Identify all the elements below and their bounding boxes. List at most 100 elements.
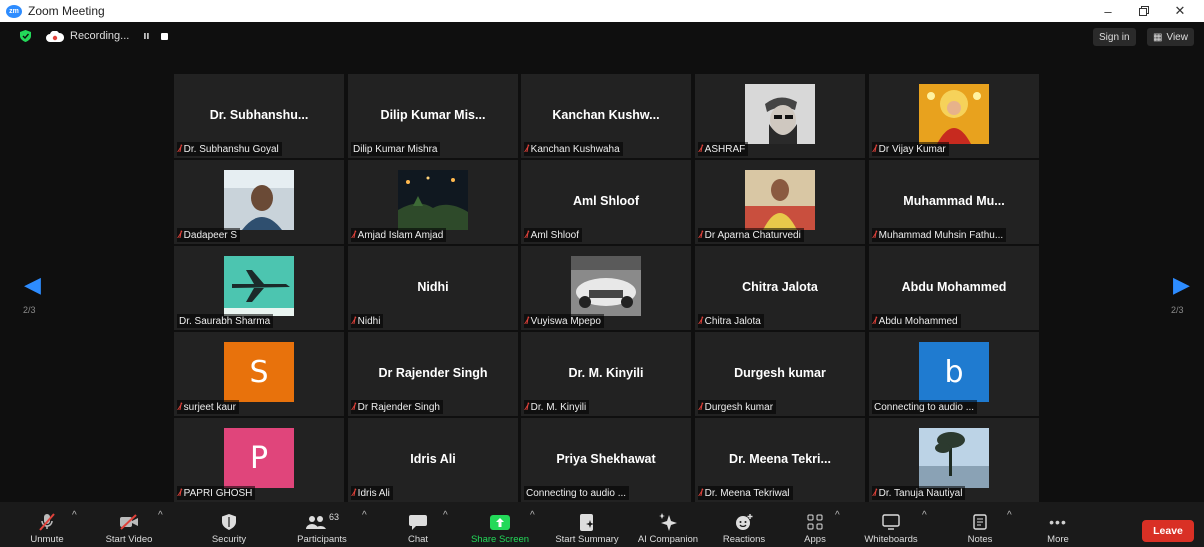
- chat-button[interactable]: Chat: [398, 502, 438, 547]
- minimize-icon[interactable]: –: [1090, 0, 1126, 22]
- unmute-button[interactable]: Unmute: [22, 502, 72, 547]
- participant-tile[interactable]: ⁄̸ Vuyiswa Mpepo: [521, 246, 691, 330]
- participant-name-label: ⁄̸ Muhammad Muhsin Fathu...: [872, 228, 1007, 242]
- apps-caret-icon[interactable]: ^: [835, 510, 840, 521]
- participant-tile[interactable]: S ⁄̸ surjeet kaur: [174, 332, 344, 416]
- apps-button[interactable]: Apps: [798, 502, 832, 547]
- participant-name: Chitra Jalota: [704, 316, 761, 327]
- participant-photo: [224, 256, 294, 316]
- participant-tile[interactable]: Chitra Jalota ⁄̸ Chitra Jalota: [695, 246, 865, 330]
- start-video-button[interactable]: Start Video: [100, 502, 158, 547]
- share-caret-icon[interactable]: ^: [530, 510, 535, 521]
- participant-tile[interactable]: ⁄̸ Dadapeer S: [174, 160, 344, 244]
- leave-button[interactable]: Leave: [1142, 520, 1194, 542]
- participant-tile[interactable]: Durgesh kumar ⁄̸ Durgesh kumar: [695, 332, 865, 416]
- avatar: b: [919, 342, 989, 402]
- participant-tile[interactable]: Abdu Mohammed ⁄̸ Abdu Mohammed: [869, 246, 1039, 330]
- participant-tile[interactable]: ⁄̸ Dr. Tanuja Nautiyal: [869, 418, 1039, 502]
- participant-tile[interactable]: ⁄̸ Dr Aparna Chaturvedi: [695, 160, 865, 244]
- participant-tile[interactable]: Dr. M. Kinyili ⁄̸ Dr. M. Kinyili: [521, 332, 691, 416]
- notes-caret-icon[interactable]: ^: [1007, 510, 1012, 521]
- participant-tile[interactable]: Dilip Kumar Mis... Dilip Kumar Mishra: [348, 74, 518, 158]
- view-button[interactable]: ▦ View: [1147, 28, 1194, 46]
- muted-mic-icon: ⁄̸: [179, 488, 181, 499]
- participant-name: Dr. Meena Tekriwal: [704, 488, 790, 499]
- apps-label: Apps: [804, 534, 826, 545]
- muted-mic-icon: ⁄̸: [874, 230, 876, 241]
- participant-tile[interactable]: Idris Ali ⁄̸ Idris Ali: [348, 418, 518, 502]
- zoom-logo-icon: zm: [6, 4, 22, 18]
- participant-tile[interactable]: Aml Shloof ⁄̸ Aml Shloof: [521, 160, 691, 244]
- participants-icon: 63: [305, 510, 339, 534]
- notes-label: Notes: [967, 534, 993, 545]
- previous-page-arrow-icon[interactable]: ◀: [24, 272, 41, 298]
- muted-mic-icon: ⁄̸: [179, 144, 181, 155]
- participant-name: Kanchan Kushwaha: [530, 144, 620, 155]
- notes-button[interactable]: Notes: [960, 502, 1000, 547]
- participant-tile[interactable]: b Connecting to audio ...: [869, 332, 1039, 416]
- stop-recording-icon[interactable]: [161, 32, 169, 40]
- restore-icon[interactable]: [1126, 0, 1162, 22]
- participant-name: Dr Vijay Kumar: [878, 144, 946, 155]
- more-button[interactable]: ••• More: [1040, 502, 1076, 547]
- participant-name-label: ⁄̸ Chitra Jalota: [698, 314, 764, 328]
- video-options-caret-icon[interactable]: ^: [158, 510, 163, 521]
- muted-mic-icon: ⁄̸: [700, 230, 702, 241]
- participant-name-label: ⁄̸ Dr. Tanuja Nautiyal: [872, 486, 966, 500]
- security-button[interactable]: Security: [205, 502, 253, 547]
- participant-name-label: ⁄̸ Dr. Meena Tekriwal: [698, 486, 793, 500]
- participant-tile[interactable]: ⁄̸ Dr Vijay Kumar: [869, 74, 1039, 158]
- participant-tile[interactable]: Priya Shekhawat Connecting to audio ...: [521, 418, 691, 502]
- notes-icon: [973, 510, 987, 534]
- participant-name: Idris Ali: [357, 488, 390, 499]
- participant-name-label: ⁄̸ ASHRAF: [698, 142, 749, 156]
- participants-caret-icon[interactable]: ^: [362, 510, 367, 521]
- participant-name: Connecting to audio ...: [874, 402, 975, 413]
- share-screen-button[interactable]: Share Screen: [466, 502, 534, 547]
- participant-tile[interactable]: ⁄̸ ASHRAF: [695, 74, 865, 158]
- participant-tile[interactable]: Nidhi ⁄̸ Nidhi: [348, 246, 518, 330]
- participant-tile[interactable]: Dr. Subhanshu... ⁄̸ Dr. Subhanshu Goyal: [174, 74, 344, 158]
- reactions-button[interactable]: Reactions: [718, 502, 770, 547]
- participant-name: Durgesh kumar: [704, 402, 774, 413]
- encryption-shield-icon[interactable]: [20, 30, 31, 42]
- participant-name: Amjad Islam Amjad: [357, 230, 444, 241]
- participant-tile[interactable]: Kanchan Kushw... ⁄̸ Kanchan Kushwaha: [521, 74, 691, 158]
- reaction-smiley-icon: [735, 510, 753, 534]
- participant-tile[interactable]: Dr Rajender Singh ⁄̸ Dr Rajender Singh: [348, 332, 518, 416]
- pause-recording-icon[interactable]: ıı: [143, 30, 149, 42]
- chat-caret-icon[interactable]: ^: [443, 510, 448, 521]
- participant-name-label: Dr. Saurabh Sharma: [177, 314, 274, 328]
- participant-tile[interactable]: Muhammad Mu... ⁄̸ Muhammad Muhsin Fathu...: [869, 160, 1039, 244]
- muted-mic-icon: ⁄̸: [700, 402, 702, 413]
- participant-photo: [398, 170, 468, 230]
- participant-tile[interactable]: Dr. Saurabh Sharma: [174, 246, 344, 330]
- start-summary-button[interactable]: Start Summary: [548, 502, 626, 547]
- participant-tile[interactable]: Dr. Meena Tekri... ⁄̸ Dr. Meena Tekriwal: [695, 418, 865, 502]
- participant-name: PAPRI GHOSH: [183, 488, 253, 499]
- participant-display-name: Priya Shekhawat: [556, 452, 656, 466]
- apps-grid-icon: [807, 510, 823, 534]
- participant-display-name: Dilip Kumar Mis...: [380, 108, 486, 122]
- muted-mic-icon: ⁄̸: [700, 488, 702, 499]
- close-icon[interactable]: ✕: [1162, 0, 1198, 22]
- participant-display-name: Idris Ali: [410, 452, 456, 466]
- share-screen-label: Share Screen: [470, 534, 530, 545]
- participant-tile[interactable]: ⁄̸ Amjad Islam Amjad: [348, 160, 518, 244]
- participant-display-name: Kanchan Kushw...: [552, 108, 660, 122]
- participants-button[interactable]: 63 Participants: [290, 502, 354, 547]
- participant-display-name: Dr. Subhanshu...: [209, 108, 309, 122]
- muted-mic-icon: ⁄̸: [179, 230, 181, 241]
- participant-name-label: ⁄̸ Amjad Islam Amjad: [351, 228, 447, 242]
- participant-display-name: Dr. Meena Tekri...: [729, 452, 831, 466]
- ai-companion-button[interactable]: AI Companion: [632, 502, 704, 547]
- next-page-arrow-icon[interactable]: ▶: [1173, 272, 1190, 298]
- page-indicator-right: 2/3: [1171, 305, 1184, 315]
- audio-options-caret-icon[interactable]: ^: [72, 510, 77, 521]
- recording-indicator: Recording... ıı: [46, 30, 169, 42]
- participant-tile[interactable]: P ⁄̸ PAPRI GHOSH: [174, 418, 344, 502]
- whiteboards-button[interactable]: Whiteboards: [860, 502, 922, 547]
- sign-in-button[interactable]: Sign in: [1093, 28, 1136, 46]
- whiteboards-caret-icon[interactable]: ^: [922, 510, 927, 521]
- participant-name: Dr. Saurabh Sharma: [179, 316, 271, 327]
